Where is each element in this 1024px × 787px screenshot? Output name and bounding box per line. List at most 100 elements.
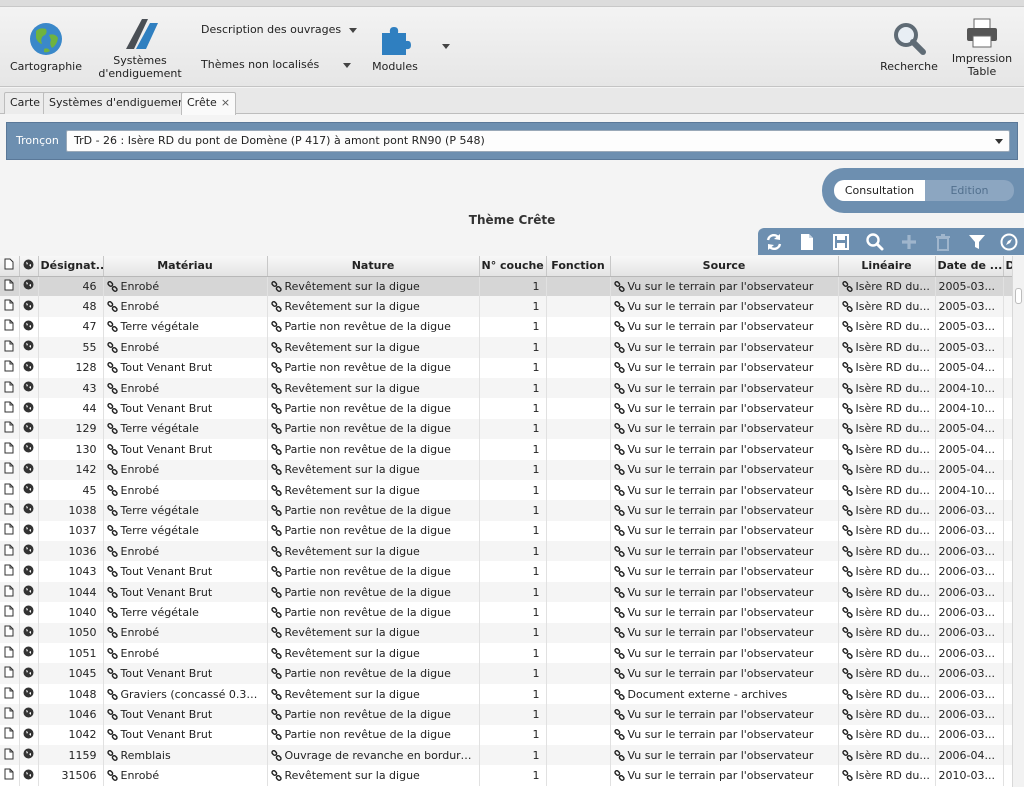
locate-record-button[interactable] — [19, 724, 39, 745]
open-record-button[interactable] — [0, 663, 20, 684]
locate-record-button[interactable] — [19, 683, 39, 705]
cartographie-button[interactable]: Cartographie — [8, 21, 84, 73]
cell-source[interactable]: Vu sur le terrain par l'observateur — [610, 724, 839, 745]
table-row[interactable]: 45 Enrobé Revêtement sur la digue 1 Vu sur l… — [0, 479, 1012, 501]
open-record-button[interactable] — [0, 276, 20, 297]
cell-nature[interactable]: Partie non revêtue de la digue — [267, 663, 480, 684]
locate-record-button[interactable] — [19, 459, 39, 480]
locate-record-button[interactable] — [19, 500, 39, 521]
cell-materiau[interactable]: Enrobé — [103, 541, 268, 562]
open-record-button[interactable] — [0, 520, 20, 542]
locate-record-button[interactable] — [19, 337, 39, 358]
cell-lineaire[interactable]: Isère RD du... — [838, 398, 936, 419]
cell-source[interactable]: Vu sur le terrain par l'observateur — [610, 622, 839, 644]
systemes-endiguement-button[interactable]: Systèmes d'endiguement — [98, 15, 182, 80]
tab-crete[interactable]: Crête × — [181, 92, 237, 115]
cell-materiau[interactable]: Remblais — [103, 744, 268, 766]
cell-materiau[interactable]: Graviers (concassé 0.33 ... — [103, 683, 268, 705]
new-document-icon[interactable] — [797, 232, 817, 252]
open-record-button[interactable] — [0, 316, 20, 338]
locate-record-button[interactable] — [19, 643, 39, 664]
themes-non-localises-menu[interactable]: Thèmes non localisés — [201, 58, 352, 71]
open-record-button[interactable] — [0, 541, 20, 562]
cell-source[interactable]: Vu sur le terrain par l'observateur — [610, 398, 839, 419]
cell-materiau[interactable]: Enrobé — [103, 337, 268, 358]
cell-materiau[interactable]: Enrobé — [103, 622, 268, 644]
locate-record-button[interactable] — [19, 622, 39, 644]
filter-icon[interactable] — [967, 232, 987, 252]
consultation-toggle[interactable]: Consultation — [834, 180, 925, 201]
cell-nature[interactable]: Revêtement sur la digue — [267, 765, 480, 786]
cell-source[interactable]: Vu sur le terrain par l'observateur — [610, 765, 839, 786]
open-record-button[interactable] — [0, 500, 20, 521]
table-row[interactable]: 130 Tout Venant Brut Partie non revêtue de… — [0, 439, 1012, 460]
cell-nature[interactable]: Revêtement sur la digue — [267, 459, 480, 480]
cell-source[interactable]: Vu sur le terrain par l'observateur — [610, 541, 839, 562]
cell-lineaire[interactable]: Isère RD du... — [838, 459, 936, 480]
cell-lineaire[interactable]: Isère RD du... — [838, 724, 936, 745]
cell-source[interactable]: Vu sur le terrain par l'observateur — [610, 581, 839, 603]
open-record-button[interactable] — [0, 337, 20, 358]
tab-carte[interactable]: Carte — [4, 92, 47, 114]
open-record-button[interactable] — [0, 724, 20, 745]
cell-lineaire[interactable]: Isère RD du... — [838, 643, 936, 664]
cell-materiau[interactable]: Tout Venant Brut — [103, 724, 268, 745]
cell-lineaire[interactable]: Isère RD du... — [838, 663, 936, 684]
cell-nature[interactable]: Partie non revêtue de la digue — [267, 398, 480, 419]
cell-nature[interactable]: Partie non revêtue de la digue — [267, 581, 480, 603]
cell-nature[interactable]: Partie non revêtue de la digue — [267, 357, 480, 378]
table-row[interactable]: 1046 Tout Venant Brut Partie non revêtue d… — [0, 704, 1012, 725]
cell-lineaire[interactable]: Isère RD du... — [838, 439, 936, 460]
cell-lineaire[interactable]: Isère RD du... — [838, 377, 936, 399]
open-record-button[interactable] — [0, 602, 20, 623]
cell-source[interactable]: Vu sur le terrain par l'observateur — [610, 459, 839, 480]
cell-materiau[interactable]: Terre végétale — [103, 316, 268, 338]
cell-lineaire[interactable]: Isère RD du... — [838, 418, 936, 440]
table-row[interactable]: 128 Tout Venant Brut Partie non revêtue de… — [0, 357, 1012, 378]
cell-lineaire[interactable]: Isère RD du... — [838, 479, 936, 501]
cell-source[interactable]: Vu sur le terrain par l'observateur — [610, 663, 839, 684]
cell-nature[interactable]: Partie non revêtue de la digue — [267, 704, 480, 725]
trash-icon[interactable] — [933, 232, 953, 252]
scrollbar-thumb[interactable] — [1015, 288, 1022, 304]
col-header-source[interactable]: Source — [610, 256, 839, 277]
table-row[interactable]: 44 Tout Venant Brut Partie non revêtue de … — [0, 398, 1012, 419]
open-record-button[interactable] — [0, 459, 20, 480]
cell-lineaire[interactable]: Isère RD du... — [838, 622, 936, 644]
cell-lineaire[interactable]: Isère RD du... — [838, 602, 936, 623]
col-header-lineaire[interactable]: Linéaire — [838, 256, 936, 277]
cell-lineaire[interactable]: Isère RD du... — [838, 765, 936, 786]
open-record-button[interactable] — [0, 765, 20, 786]
cell-materiau[interactable]: Tout Venant Brut — [103, 398, 268, 419]
cell-nature[interactable]: Partie non revêtue de la digue — [267, 316, 480, 338]
table-row[interactable]: 1048 Graviers (concassé 0.33 ... Revêtemen… — [0, 683, 1012, 705]
locate-record-button[interactable] — [19, 602, 39, 623]
cell-nature[interactable]: Revêtement sur la digue — [267, 622, 480, 644]
cell-materiau[interactable]: Enrobé — [103, 643, 268, 664]
cell-nature[interactable]: Partie non revêtue de la digue — [267, 724, 480, 745]
open-record-button[interactable] — [0, 561, 20, 582]
vertical-scrollbar[interactable] — [1012, 256, 1024, 787]
col-header-nature[interactable]: Nature — [267, 256, 480, 277]
description-ouvrages-menu[interactable]: Description des ouvrages — [201, 23, 358, 36]
table-row[interactable]: 1051 Enrobé Revêtement sur la digue 1 Vu sur… — [0, 643, 1012, 664]
cell-nature[interactable]: Revêtement sur la digue — [267, 683, 480, 705]
table-row[interactable]: 1044 Tout Venant Brut Partie non revêtue d… — [0, 581, 1012, 603]
open-record-button[interactable] — [0, 357, 20, 378]
cell-source[interactable]: Vu sur le terrain par l'observateur — [610, 520, 839, 542]
col-header-materiau[interactable]: Matériau — [103, 256, 268, 277]
locate-record-button[interactable] — [19, 276, 39, 297]
cell-nature[interactable]: Partie non revêtue de la digue — [267, 520, 480, 542]
open-record-button[interactable] — [0, 683, 20, 705]
add-icon[interactable] — [899, 232, 919, 252]
tab-systemes[interactable]: Systèmes d'endiguement — [43, 92, 196, 114]
cell-nature[interactable]: Revêtement sur la digue — [267, 337, 480, 358]
cell-lineaire[interactable]: Isère RD du... — [838, 500, 936, 521]
compass-icon[interactable] — [999, 232, 1019, 252]
cell-nature[interactable]: Revêtement sur la digue — [267, 541, 480, 562]
locate-record-button[interactable] — [19, 357, 39, 378]
table-row[interactable]: 48 Enrobé Revêtement sur la digue 1 Vu sur l… — [0, 296, 1012, 317]
cell-source[interactable]: Vu sur le terrain par l'observateur — [610, 602, 839, 623]
cell-lineaire[interactable]: Isère RD du... — [838, 337, 936, 358]
cell-nature[interactable]: Revêtement sur la digue — [267, 296, 480, 317]
